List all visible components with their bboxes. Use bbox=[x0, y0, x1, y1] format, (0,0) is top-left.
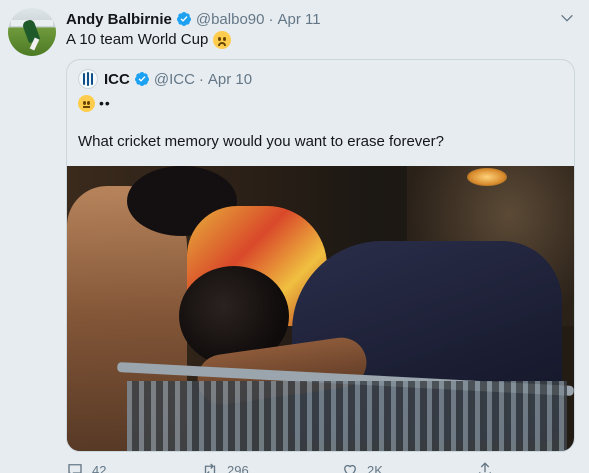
like-count: 2K bbox=[367, 462, 383, 473]
reply-icon bbox=[68, 464, 82, 473]
retweet-icon bbox=[204, 463, 216, 473]
tweet-date[interactable]: Apr 11 bbox=[277, 11, 320, 28]
share-icon bbox=[479, 462, 491, 473]
tweet-header: Andy Balbirnie @balbo90 · Apr 11 bbox=[66, 9, 321, 29]
author-name[interactable]: Andy Balbirnie bbox=[66, 11, 172, 28]
tweet-text-body: A 10 team World Cup bbox=[66, 31, 209, 48]
emoji-suffix: •• bbox=[99, 95, 111, 111]
retweet-button[interactable]: 296 bbox=[201, 461, 341, 473]
quoted-text: What cricket memory would you want to er… bbox=[78, 133, 444, 150]
retweet-count: 296 bbox=[227, 462, 249, 473]
reply-count: 42 bbox=[92, 462, 107, 473]
author-handle[interactable]: @balbo90 bbox=[196, 11, 265, 28]
reply-button[interactable]: 42 bbox=[66, 461, 201, 473]
chevron-down-icon[interactable] bbox=[559, 10, 575, 26]
like-button[interactable]: 2K bbox=[341, 461, 476, 473]
quoted-tweet[interactable]: ICC @ICC · Apr 10 •• What cricket memory… bbox=[66, 59, 575, 452]
neutral-face-icon bbox=[78, 94, 95, 112]
tweet[interactable]: Andy Balbirnie @balbo90 · Apr 11 A 10 te… bbox=[0, 0, 589, 473]
icc-logo-icon[interactable] bbox=[78, 69, 98, 89]
heart-icon bbox=[344, 464, 356, 473]
frowning-face-icon bbox=[213, 31, 232, 49]
avatar[interactable] bbox=[8, 8, 56, 56]
quoted-handle[interactable]: @ICC bbox=[154, 71, 195, 88]
quoted-photo[interactable] bbox=[67, 166, 574, 451]
verified-icon bbox=[134, 72, 149, 86]
tweet-text: A 10 team World Cup bbox=[66, 30, 232, 50]
verified-icon bbox=[176, 12, 191, 26]
quoted-header: ICC @ICC · Apr 10 bbox=[78, 69, 252, 89]
separator: · bbox=[268, 10, 274, 28]
separator: · bbox=[198, 70, 204, 88]
quoted-emoji-line: •• bbox=[78, 93, 111, 113]
quoted-author-name[interactable]: ICC bbox=[104, 71, 130, 88]
tweet-actions: 42 296 2K bbox=[66, 460, 506, 473]
share-button[interactable] bbox=[476, 461, 502, 473]
quoted-date[interactable]: Apr 10 bbox=[208, 71, 252, 88]
